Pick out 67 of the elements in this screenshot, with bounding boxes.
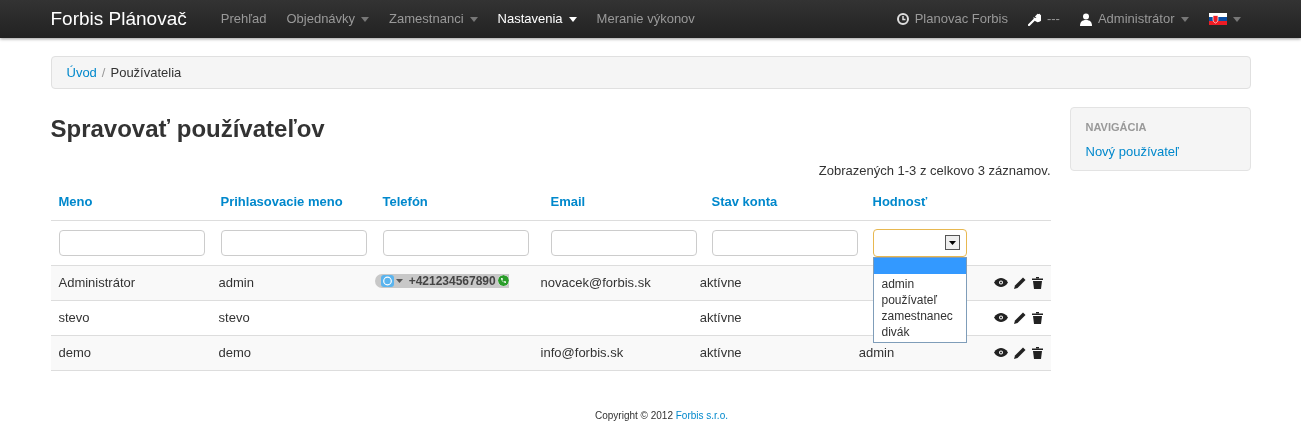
- filter-field[interactable]: [382, 229, 529, 256]
- phone-number: +421234567890: [407, 272, 497, 290]
- user-icon: [1079, 12, 1092, 26]
- table-cell: aktívne: [699, 309, 742, 325]
- trash-icon[interactable]: [1031, 311, 1043, 324]
- pencil-icon[interactable]: [1013, 311, 1026, 324]
- nav-right-item[interactable]: Administrátor: [1069, 9, 1199, 29]
- caret-icon: [1180, 16, 1189, 22]
- column-header[interactable]: Telefón: [382, 192, 551, 212]
- eye-icon[interactable]: [993, 313, 1008, 322]
- nav-right-item[interactable]: ---: [1017, 9, 1070, 29]
- table-cell: aktívne: [699, 344, 742, 360]
- brand-link[interactable]: Forbis Plánovač: [50, 4, 187, 34]
- dropdown-option[interactable]: používateľ: [873, 291, 966, 308]
- pencil-icon[interactable]: [1013, 276, 1026, 289]
- eye-icon[interactable]: [993, 348, 1008, 357]
- table-cell: demo: [218, 344, 252, 360]
- sidebar-link[interactable]: Nový používateľ: [1085, 144, 1179, 159]
- skype-phone-widget[interactable]: +421234567890: [374, 273, 509, 288]
- nav-menu-item[interactable]: Meranie výkonov: [586, 9, 705, 29]
- breadcrumb-current: Používatelia: [110, 63, 182, 82]
- column-header[interactable]: Hodnosť: [872, 192, 993, 212]
- flag-icon: [1208, 13, 1227, 25]
- caret-icon: [469, 16, 478, 22]
- column-header[interactable]: Stav konta: [711, 192, 873, 212]
- company-link[interactable]: Forbis s.r.o.: [675, 409, 728, 421]
- clock-icon: [896, 13, 909, 25]
- table-cell: demo: [58, 344, 92, 360]
- filter-field[interactable]: [711, 229, 858, 256]
- column-header[interactable]: Meno: [58, 192, 221, 212]
- breadcrumb-separator: /: [100, 63, 107, 82]
- dropdown-option[interactable]: admin: [873, 275, 966, 292]
- table-cell: stevo: [58, 309, 90, 325]
- table-cell: admin: [858, 344, 895, 360]
- nav-right-item[interactable]: Planovac Forbis: [886, 9, 1018, 29]
- dropdown-option[interactable]: divák: [873, 323, 966, 340]
- table-cell: info@forbis.sk: [540, 344, 624, 360]
- rank-filter-select[interactable]: [872, 228, 967, 257]
- trash-icon[interactable]: [1031, 276, 1043, 289]
- filter-field[interactable]: [58, 229, 205, 256]
- table-cell: novacek@forbis.sk: [540, 274, 651, 290]
- eye-icon[interactable]: [993, 278, 1008, 287]
- caret-icon: [361, 16, 370, 22]
- panel-heading: NAVIGÁCIA: [1085, 120, 1148, 134]
- column-header[interactable]: Email: [550, 192, 712, 212]
- caret-icon: [568, 16, 577, 22]
- column-header[interactable]: Prihlasovacie meno: [220, 192, 383, 212]
- trash-icon[interactable]: [1031, 346, 1043, 359]
- filter-field[interactable]: [550, 229, 697, 256]
- nav-menu-item[interactable]: Prehľad: [210, 9, 277, 29]
- filter-field[interactable]: [220, 229, 367, 256]
- summary-text: Zobrazených 1-3 z celkovo 3 záznamov.: [818, 162, 1051, 180]
- pencil-icon[interactable]: [1013, 346, 1026, 359]
- nav-menu-item[interactable]: Nastavenia: [487, 9, 587, 29]
- table-cell: stevo: [218, 309, 250, 325]
- caret-icon: [395, 278, 403, 283]
- nav-menu-item[interactable]: Objednávky: [276, 9, 380, 29]
- call-icon: [497, 275, 509, 287]
- breadcrumb-link[interactable]: Úvod: [66, 62, 97, 83]
- copyright-text: Copyright © 2012 Forbis s.r.o.: [595, 408, 728, 423]
- dropdown-option[interactable]: zamestnanec: [873, 307, 966, 324]
- caret-icon: [1232, 16, 1241, 22]
- page-title: Spravovať používateľov: [50, 114, 326, 144]
- table-cell: aktívne: [699, 274, 742, 290]
- nav-menu-item[interactable]: Zamestnanci: [379, 9, 488, 29]
- table-cell: Administrátor: [58, 274, 136, 290]
- table-cell: admin: [218, 274, 254, 290]
